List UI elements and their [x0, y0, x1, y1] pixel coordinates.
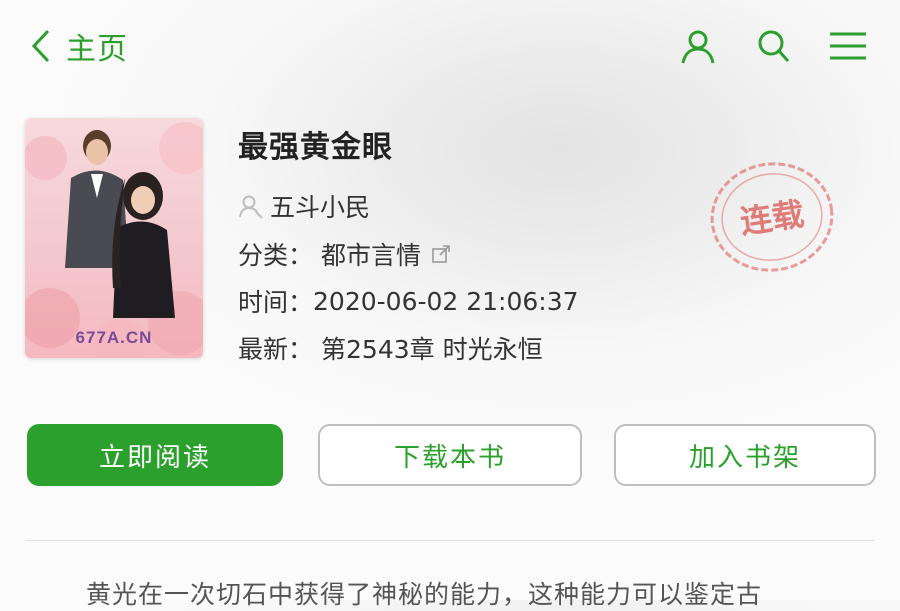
back-chevron-icon	[31, 29, 50, 63]
stamp-text: 连载	[738, 195, 807, 242]
latest-chapter-link[interactable]: 第2543章 时光永恒	[321, 330, 543, 366]
author-row[interactable]: 五斗小民	[238, 188, 370, 224]
update-time: 2020-06-02 21:06:37	[313, 286, 579, 316]
back-label: 主页	[66, 32, 128, 67]
category-row: 分类： 都市言情	[238, 236, 451, 272]
user-icon	[681, 30, 715, 64]
search-button[interactable]	[751, 22, 795, 70]
user-button[interactable]	[676, 22, 720, 70]
menu-button[interactable]	[826, 22, 870, 70]
divider	[25, 540, 875, 541]
search-icon	[758, 30, 790, 63]
book-title: 最强黄金眼	[238, 130, 393, 165]
serializing-stamp: 连载	[698, 149, 845, 284]
download-button[interactable]: 下载本书	[318, 424, 582, 486]
add-to-shelf-button[interactable]: 加入书架	[614, 424, 876, 486]
latest-label: 最新：	[238, 335, 314, 364]
category-link[interactable]: 都市言情	[321, 236, 421, 272]
cover-watermark: 677A.CN	[75, 328, 153, 347]
time-row: 时间： 2020-06-02 21:06:37	[238, 283, 579, 319]
menu-icon	[830, 32, 866, 60]
read-now-button[interactable]: 立即阅读	[27, 424, 283, 486]
book-intro: 黄光在一次切石中获得了神秘的能力，这种能力可以鉴定古	[86, 580, 763, 609]
time-label: 时间：	[238, 288, 314, 317]
back-button[interactable]: 主页	[30, 22, 128, 70]
author-icon	[239, 195, 263, 219]
external-link-icon[interactable]	[431, 244, 451, 264]
author-name: 五斗小民	[270, 193, 371, 222]
book-cover[interactable]: 677A.CN	[25, 118, 203, 358]
latest-chapter-row: 最新： 第2543章 时光永恒	[238, 330, 543, 366]
category-label: 分类：	[238, 241, 314, 270]
cover-illustration	[25, 118, 203, 358]
